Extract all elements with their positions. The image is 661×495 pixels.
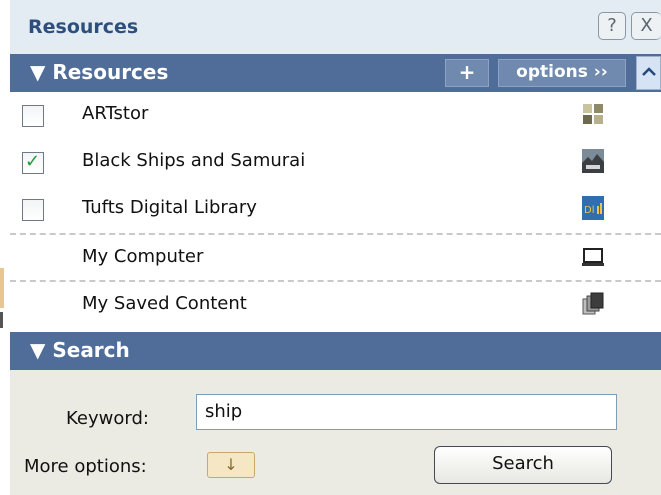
svg-text:Dl: Dl: [584, 205, 594, 216]
resources-header-label[interactable]: ▼ Resources: [30, 60, 168, 84]
ships-thumbnail-icon: [582, 149, 604, 173]
more-options-label: More options:: [24, 456, 147, 477]
list-item[interactable]: ARTstor: [10, 92, 661, 139]
keyword-input[interactable]: ship: [196, 394, 617, 430]
check-icon: ✓: [25, 151, 41, 172]
scroll-up-button[interactable]: [636, 56, 661, 90]
resource-label[interactable]: My Saved Content: [82, 293, 247, 314]
resource-checkbox[interactable]: ✓: [22, 151, 44, 174]
computer-icon: [582, 248, 604, 266]
search-button[interactable]: Search: [434, 446, 612, 484]
left-edge-mark: [0, 268, 4, 308]
resource-checkbox[interactable]: [22, 105, 44, 127]
resources-list: ARTstor ✓ Black Ships and Samurai Tufts …: [10, 92, 661, 332]
more-options-button[interactable]: ↓: [207, 452, 255, 478]
search-header-label[interactable]: ▼ Search: [30, 338, 130, 362]
chevron-up-icon: [641, 67, 656, 76]
left-edge-strip: [0, 0, 10, 495]
add-resource-button[interactable]: +: [445, 59, 489, 87]
window-titlebar: Resources ? X: [10, 0, 661, 54]
resource-label[interactable]: My Computer: [82, 246, 203, 267]
saved-content-icon: [582, 292, 604, 315]
options-button[interactable]: options ››: [498, 59, 626, 87]
list-item[interactable]: ✓ Black Ships and Samurai: [10, 139, 661, 186]
search-panel: Keyword: ship More options: ↓ Search: [10, 370, 661, 495]
keyword-label: Keyword:: [66, 408, 149, 429]
artstor-icon: [583, 104, 603, 124]
list-item[interactable]: My Saved Content: [10, 280, 661, 329]
resource-checkbox[interactable]: [22, 199, 44, 221]
resources-section-header[interactable]: ▼ Resources + options ››: [10, 54, 661, 92]
window-title: Resources: [28, 16, 139, 38]
resource-label[interactable]: Black Ships and Samurai: [82, 150, 305, 171]
list-item[interactable]: My Computer: [10, 233, 661, 282]
left-edge-mark: [0, 312, 3, 328]
resource-label[interactable]: ARTstor: [82, 103, 148, 124]
resource-label[interactable]: Tufts Digital Library: [82, 197, 257, 218]
download-arrow-icon: ↓: [224, 455, 238, 474]
close-button[interactable]: X: [631, 12, 661, 40]
list-item[interactable]: Tufts Digital Library Dl: [10, 186, 661, 233]
tufts-dl-icon: Dl: [582, 196, 604, 220]
help-button[interactable]: ?: [598, 12, 626, 40]
search-section-header[interactable]: ▼ Search: [10, 332, 661, 370]
